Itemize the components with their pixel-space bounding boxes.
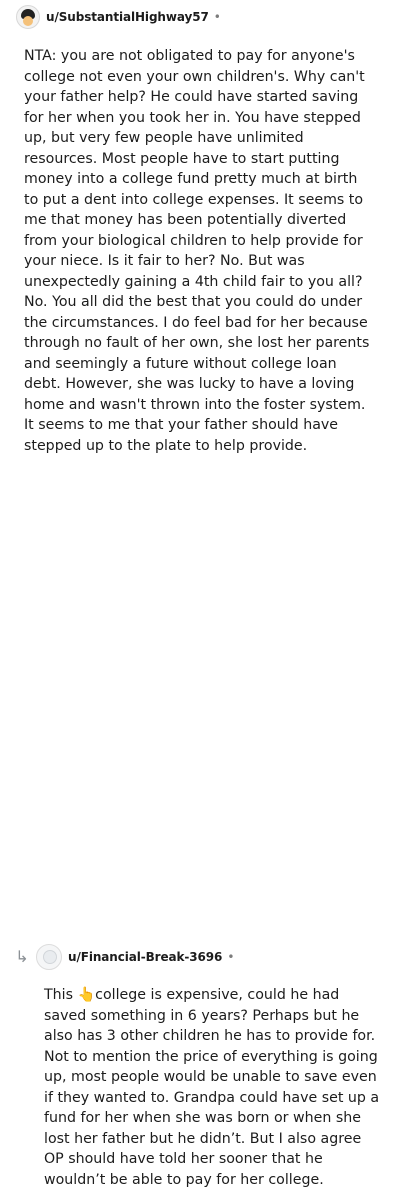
comment-body: This 👆college is expensive, could he had…: [44, 985, 382, 1190]
comment-text: This 👆college is expensive, could he had…: [44, 987, 380, 1188]
username[interactable]: u/SubstantialHighway57: [46, 10, 209, 24]
comment-body: NTA: you are not obligated to pay for an…: [24, 46, 376, 456]
comment-header: u/SubstantialHighway57 •: [16, 5, 221, 29]
separator-dot: •: [213, 10, 221, 24]
username[interactable]: u/Financial-Break-3696: [68, 950, 222, 964]
avatar[interactable]: [16, 5, 40, 29]
separator-dot: •: [227, 950, 235, 964]
avatar[interactable]: [36, 944, 62, 970]
comment-text: NTA: you are not obligated to pay for an…: [24, 48, 370, 454]
reply-arrow-icon: ↳: [15, 947, 29, 966]
comment-header: ↳ u/Financial-Break-3696 •: [14, 944, 235, 970]
